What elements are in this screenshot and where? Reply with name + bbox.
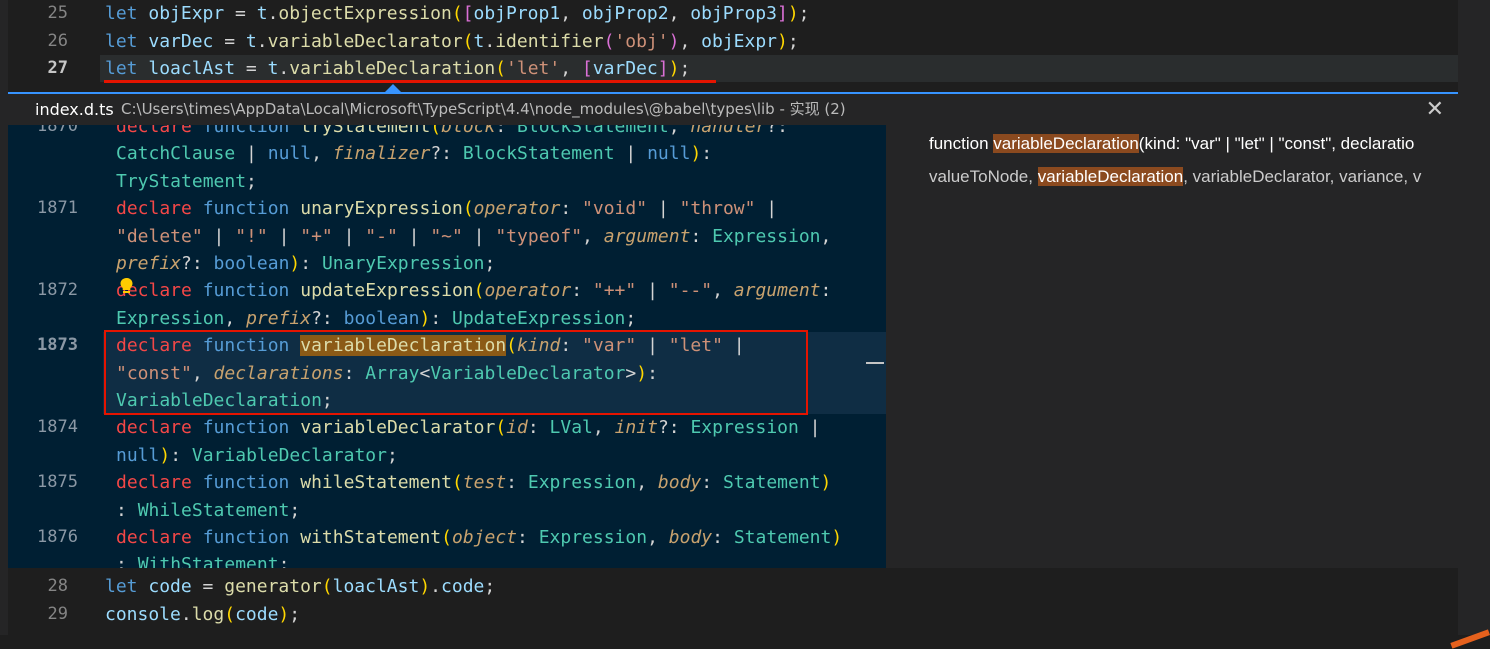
code-text: declare function whileStatement(test: Ex… xyxy=(116,472,832,494)
line-number: 25 xyxy=(47,3,68,23)
code-line[interactable]: 1874 declare function variableDeclarator(… xyxy=(8,414,886,441)
line-number: 1874 xyxy=(37,417,78,438)
code-text: null): VariableDeclarator; xyxy=(116,444,398,466)
code-text: declare function tryStatement(block: Blo… xyxy=(116,125,788,137)
overview-ruler-mark xyxy=(866,362,884,364)
code-line[interactable]: 26 let varDec = t.variableDeclarator(t.id… xyxy=(0,28,1490,55)
annotation-box xyxy=(104,330,808,415)
peek-file-name[interactable]: index.d.ts xyxy=(35,94,114,125)
code-text: TryStatement; xyxy=(116,170,257,192)
line-number: 1873 xyxy=(37,335,78,356)
code-text: "delete" | "!" | "+" | "-" | "~" | "type… xyxy=(116,225,832,247)
code-line[interactable]: 29 console.log(code); xyxy=(0,601,1490,628)
reference-item[interactable]: function variableDeclaration(kind: "var"… xyxy=(929,129,1414,159)
code-text: CatchClause | null, finalizer?: BlockSta… xyxy=(116,143,713,165)
code-text: let loaclAst = t.variableDeclaration('le… xyxy=(105,58,691,79)
code-line[interactable]: null): VariableDeclarator; xyxy=(8,442,886,469)
peek-pointer xyxy=(385,84,401,92)
code-text: console.log(code); xyxy=(105,603,301,625)
close-icon[interactable]: ✕ xyxy=(1426,94,1444,125)
line-number: 27 xyxy=(47,58,68,78)
annotation-underline xyxy=(104,80,716,83)
code-line[interactable]: 28 let code = generator(loaclAst).code; xyxy=(0,573,1490,600)
line-number: 1871 xyxy=(37,198,78,219)
code-line[interactable]: TryStatement; xyxy=(8,168,886,195)
code-text: declare function updateExpression(operat… xyxy=(116,280,832,302)
code-line[interactable]: CatchClause | null, finalizer?: BlockSta… xyxy=(8,140,886,167)
code-text: Expression, prefix?: boolean): UpdateExp… xyxy=(116,307,637,329)
code-line[interactable]: 25 let objExpr = t.objectExpression([objP… xyxy=(0,0,1490,27)
code-text: let objExpr = t.objectExpression([objPro… xyxy=(105,3,810,24)
code-text: : WithStatement; xyxy=(116,554,290,568)
code-text: let varDec = t.variableDeclarator(t.iden… xyxy=(105,30,799,52)
code-line[interactable]: 27 let loaclAst = t.variableDeclaration('… xyxy=(0,55,1490,82)
peek-header: index.d.ts C:\Users\times\AppData\Local\… xyxy=(8,92,1458,127)
editor-left-gutter xyxy=(0,0,8,635)
line-number: 1870 xyxy=(37,125,78,136)
lightbulb-icon[interactable] xyxy=(120,278,133,293)
code-text: declare function variableDeclarator(id: … xyxy=(116,417,821,439)
code-line[interactable]: : WhileStatement; xyxy=(8,497,886,524)
reference-item[interactable]: valueToNode, variableDeclaration, variab… xyxy=(929,162,1421,192)
code-text: declare function unaryExpression(operato… xyxy=(116,198,778,220)
line-number: 1875 xyxy=(37,472,78,493)
code-line[interactable]: Expression, prefix?: boolean): UpdateExp… xyxy=(8,305,886,332)
code-line[interactable]: prefix?: boolean): UnaryExpression; xyxy=(8,250,886,277)
peek-file-path: C:\Users\times\AppData\Local\Microsoft\T… xyxy=(121,100,846,118)
line-number: 1876 xyxy=(37,527,78,547)
line-number: 29 xyxy=(47,603,68,624)
code-line[interactable]: 1870 declare function tryStatement(block:… xyxy=(8,125,886,140)
code-text: let code = generator(loaclAst).code; xyxy=(105,576,496,597)
code-line[interactable]: "delete" | "!" | "+" | "-" | "~" | "type… xyxy=(8,223,886,250)
code-text: : WhileStatement; xyxy=(116,499,301,521)
line-number: 28 xyxy=(47,576,68,596)
code-line[interactable]: 1875 declare function whileStatement(test… xyxy=(8,469,886,496)
code-line[interactable]: 1876 declare function withStatement(objec… xyxy=(8,524,886,551)
code-line[interactable]: 1872 declare function updateExpression(op… xyxy=(8,277,886,304)
code-text: prefix?: boolean): UnaryExpression; xyxy=(116,253,496,274)
editor-scrollbar[interactable] xyxy=(1458,0,1490,635)
line-number: 1872 xyxy=(37,280,78,301)
line-number: 26 xyxy=(47,30,68,51)
code-line[interactable]: 1871 declare function unaryExpression(ope… xyxy=(8,195,886,222)
code-text: declare function withStatement(object: E… xyxy=(116,527,843,548)
code-line[interactable]: : WithStatement; xyxy=(8,551,886,568)
peek-references-list[interactable]: function variableDeclaration(kind: "var"… xyxy=(886,125,1458,568)
